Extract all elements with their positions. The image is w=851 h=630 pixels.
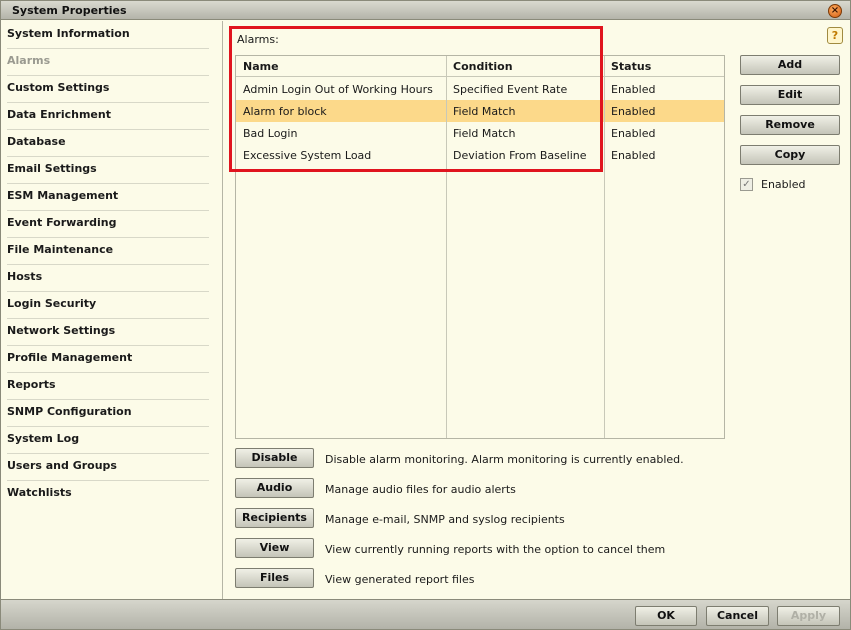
window-title: System Properties	[12, 4, 127, 17]
cell-name: Bad Login	[243, 127, 298, 140]
cell-name: Alarm for block	[243, 105, 327, 118]
column-divider	[604, 56, 605, 438]
column-header-name[interactable]: Name	[243, 60, 279, 73]
sidebar-item-database[interactable]: Database	[7, 130, 209, 157]
add-button[interactable]: Add	[740, 55, 840, 75]
audio-button[interactable]: Audio	[235, 478, 314, 498]
cell-status: Enabled	[611, 127, 656, 140]
dialog-footer: OK Cancel Apply	[1, 599, 850, 629]
cell-name: Excessive System Load	[243, 149, 372, 162]
ok-button[interactable]: OK	[635, 606, 697, 626]
enabled-checkbox[interactable]: ✓	[740, 178, 753, 191]
sidebar-item-system-information[interactable]: System Information	[7, 22, 209, 49]
apply-button[interactable]: Apply	[777, 606, 840, 626]
enabled-checkbox-label: Enabled	[761, 178, 806, 191]
view-button[interactable]: View	[235, 538, 314, 558]
sidebar-item-file-maintenance[interactable]: File Maintenance	[7, 238, 209, 265]
recipients-button[interactable]: Recipients	[235, 508, 314, 528]
sidebar-item-system-log[interactable]: System Log	[7, 427, 209, 454]
table-header: Name Condition Status	[236, 56, 724, 77]
cell-condition: Deviation From Baseline	[453, 149, 587, 162]
files-description: View generated report files	[325, 573, 475, 586]
cell-condition: Specified Event Rate	[453, 83, 568, 96]
cell-name: Admin Login Out of Working Hours	[243, 83, 433, 96]
cell-condition: Field Match	[453, 127, 516, 140]
sidebar-item-network-settings[interactable]: Network Settings	[7, 319, 209, 346]
column-divider	[446, 56, 447, 438]
table-row[interactable]: Admin Login Out of Working Hours Specifi…	[236, 78, 724, 100]
sidebar-item-event-forwarding[interactable]: Event Forwarding	[7, 211, 209, 238]
cell-condition: Field Match	[453, 105, 516, 118]
sidebar-item-hosts[interactable]: Hosts	[7, 265, 209, 292]
column-header-status[interactable]: Status	[611, 60, 651, 73]
alarms-label: Alarms:	[237, 33, 279, 46]
system-properties-window: System Properties × System Information A…	[0, 0, 851, 630]
sidebar-item-profile-management[interactable]: Profile Management	[7, 346, 209, 373]
table-row[interactable]: Excessive System Load Deviation From Bas…	[236, 144, 724, 166]
cancel-button[interactable]: Cancel	[706, 606, 769, 626]
sidebar-item-users-and-groups[interactable]: Users and Groups	[7, 454, 209, 481]
view-description: View currently running reports with the …	[325, 543, 666, 556]
files-button[interactable]: Files	[235, 568, 314, 588]
title-bar: System Properties ×	[1, 1, 850, 20]
disable-button[interactable]: Disable	[235, 448, 314, 468]
sidebar-item-email-settings[interactable]: Email Settings	[7, 157, 209, 184]
table-row[interactable]: Bad Login Field Match Enabled	[236, 122, 724, 144]
close-icon[interactable]: ×	[828, 4, 842, 18]
sidebar-item-reports[interactable]: Reports	[7, 373, 209, 400]
sidebar: System Information Alarms Custom Setting…	[1, 21, 223, 599]
checkmark-icon: ✓	[742, 179, 751, 190]
sidebar-item-login-security[interactable]: Login Security	[7, 292, 209, 319]
sidebar-item-snmp-configuration[interactable]: SNMP Configuration	[7, 400, 209, 427]
cell-status: Enabled	[611, 149, 656, 162]
help-icon[interactable]: ?	[827, 27, 843, 44]
edit-button[interactable]: Edit	[740, 85, 840, 105]
sidebar-item-esm-management[interactable]: ESM Management	[7, 184, 209, 211]
sidebar-item-alarms[interactable]: Alarms	[7, 49, 209, 76]
sidebar-item-custom-settings[interactable]: Custom Settings	[7, 76, 209, 103]
remove-button[interactable]: Remove	[740, 115, 840, 135]
audio-description: Manage audio files for audio alerts	[325, 483, 516, 496]
sidebar-item-data-enrichment[interactable]: Data Enrichment	[7, 103, 209, 130]
recipients-description: Manage e-mail, SNMP and syslog recipient…	[325, 513, 565, 526]
cell-status: Enabled	[611, 105, 656, 118]
disable-description: Disable alarm monitoring. Alarm monitori…	[325, 453, 684, 466]
cell-status: Enabled	[611, 83, 656, 96]
table-row-selected[interactable]: Alarm for block Field Match Enabled	[236, 100, 724, 122]
sidebar-item-watchlists[interactable]: Watchlists	[7, 481, 209, 508]
alarms-table: Name Condition Status Admin Login Out of…	[235, 55, 725, 439]
copy-button[interactable]: Copy	[740, 145, 840, 165]
column-header-condition[interactable]: Condition	[453, 60, 513, 73]
